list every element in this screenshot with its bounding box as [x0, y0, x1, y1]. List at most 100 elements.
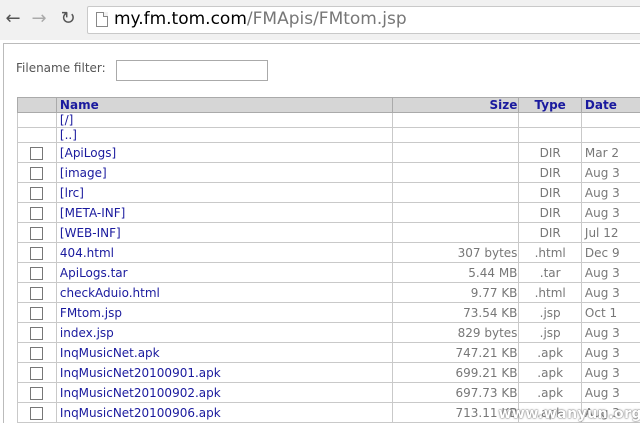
type-cell: .jsp	[519, 323, 581, 343]
type-cell: DIR	[519, 163, 581, 183]
reload-icon[interactable]: ↻	[58, 9, 78, 29]
file-link[interactable]: [WEB-INF]	[60, 226, 121, 240]
table-row: [..]	[18, 128, 640, 143]
name-cell: [META-INF]	[56, 203, 392, 223]
size-cell	[392, 183, 519, 203]
file-link[interactable]: InqMusicNet20100906.apk	[60, 406, 221, 420]
row-checkbox[interactable]	[30, 307, 43, 320]
root-dir-link[interactable]: [/]	[60, 113, 73, 127]
row-checkbox[interactable]	[30, 267, 43, 280]
file-link[interactable]: ApiLogs.tar	[60, 266, 128, 280]
name-cell: ApiLogs.tar	[56, 263, 392, 283]
row-checkbox[interactable]	[30, 327, 43, 340]
row-checkbox[interactable]	[30, 207, 43, 220]
table-row: [image]DIRAug 3	[18, 163, 640, 183]
row-checkbox[interactable]	[30, 407, 43, 420]
select-cell	[18, 303, 57, 323]
file-link[interactable]: InqMusicNet20100901.apk	[60, 366, 221, 380]
date-cell: Jul 12	[581, 223, 640, 243]
header-date[interactable]: Date	[581, 98, 640, 113]
url-text[interactable]: my.fm.tom.com/FMApis/FMtom.jsp	[114, 9, 407, 29]
file-link[interactable]: checkAduio.html	[60, 286, 160, 300]
file-link[interactable]: FMtom.jsp	[60, 306, 122, 320]
select-cell	[18, 183, 57, 203]
header-type[interactable]: Type	[519, 98, 581, 113]
file-link[interactable]: InqMusicNet.apk	[60, 346, 160, 360]
file-link[interactable]: [lrc]	[60, 186, 84, 200]
type-cell	[519, 113, 581, 128]
file-link[interactable]: index.jsp	[60, 326, 114, 340]
table-row: [WEB-INF] DIRJul 12	[18, 223, 640, 243]
back-arrow-icon[interactable]: ←	[3, 9, 23, 29]
name-cell: [lrc]	[56, 183, 392, 203]
header-select	[18, 98, 57, 113]
date-cell: Aug 3	[581, 263, 640, 283]
row-checkbox[interactable]	[30, 167, 43, 180]
sort-date-link[interactable]: Date	[585, 98, 617, 112]
name-cell: 404.html	[56, 243, 392, 263]
date-cell: Aug 3	[581, 183, 640, 203]
select-cell	[18, 343, 57, 363]
row-checkbox[interactable]	[30, 147, 43, 160]
name-cell: [WEB-INF]	[56, 223, 392, 243]
select-cell	[18, 283, 57, 303]
select-cell	[18, 223, 57, 243]
size-cell: 307 bytes	[392, 243, 519, 263]
table-row: InqMusicNet20100902.apk697.73 KB.apkAug …	[18, 383, 640, 403]
header-size[interactable]: Size	[392, 98, 519, 113]
file-link[interactable]: 404.html	[60, 246, 114, 260]
name-cell: InqMusicNet.apk	[56, 343, 392, 363]
date-cell: Oct 1	[581, 303, 640, 323]
size-cell: 5.44 MB	[392, 263, 519, 283]
file-link[interactable]: [image]	[60, 166, 107, 180]
date-cell	[581, 113, 640, 128]
size-cell: 747.21 KB	[392, 343, 519, 363]
row-checkbox[interactable]	[30, 287, 43, 300]
size-cell: 9.77 KB	[392, 283, 519, 303]
browser-toolbar: ← → ↻ my.fm.tom.com/FMApis/FMtom.jsp	[0, 0, 640, 40]
date-cell: Aug 3	[581, 203, 640, 223]
row-checkbox[interactable]	[30, 187, 43, 200]
select-cell	[18, 203, 57, 223]
watermark: www.wanyun.org	[499, 406, 640, 422]
type-cell: .tar	[519, 263, 581, 283]
table-row: [/]	[18, 113, 640, 128]
type-cell: DIR	[519, 183, 581, 203]
sort-size-link[interactable]: Size	[490, 98, 518, 112]
name-cell: InqMusicNet20100901.apk	[56, 363, 392, 383]
select-cell	[18, 243, 57, 263]
url-domain: my.fm.tom.com	[114, 9, 247, 29]
type-cell: DIR	[519, 223, 581, 243]
name-cell: index.jsp	[56, 323, 392, 343]
name-cell: [ApiLogs]	[56, 143, 392, 163]
header-name[interactable]: Name	[56, 98, 392, 113]
size-cell	[392, 113, 519, 128]
sort-name-link[interactable]: Name	[60, 98, 99, 112]
file-link[interactable]: [META-INF]	[60, 206, 125, 220]
type-cell: .html	[519, 243, 581, 263]
type-cell: .html	[519, 283, 581, 303]
file-link[interactable]: [ApiLogs]	[60, 146, 116, 160]
table-row: FMtom.jsp73.54 KB.jspOct 1	[18, 303, 640, 323]
row-checkbox[interactable]	[30, 347, 43, 360]
page-icon	[96, 12, 108, 27]
type-cell	[519, 128, 581, 143]
table-row: index.jsp829 bytes.jspAug 3	[18, 323, 640, 343]
type-cell: .apk	[519, 383, 581, 403]
parent-dir-link[interactable]: [..]	[60, 128, 77, 142]
size-cell: 699.21 KB	[392, 363, 519, 383]
row-checkbox[interactable]	[30, 387, 43, 400]
sort-type-link[interactable]: Type	[535, 98, 566, 112]
type-cell: .jsp	[519, 303, 581, 323]
date-cell	[581, 128, 640, 143]
row-checkbox[interactable]	[30, 247, 43, 260]
file-link[interactable]: InqMusicNet20100902.apk	[60, 386, 221, 400]
size-cell	[392, 223, 519, 243]
select-cell	[18, 403, 57, 423]
filename-filter-label: Filename filter:	[16, 61, 106, 75]
row-checkbox[interactable]	[30, 367, 43, 380]
row-checkbox[interactable]	[30, 227, 43, 240]
filename-filter-input[interactable]	[116, 60, 268, 81]
forward-arrow-icon[interactable]: →	[29, 9, 49, 29]
address-bar[interactable]: my.fm.tom.com/FMApis/FMtom.jsp	[87, 6, 640, 34]
